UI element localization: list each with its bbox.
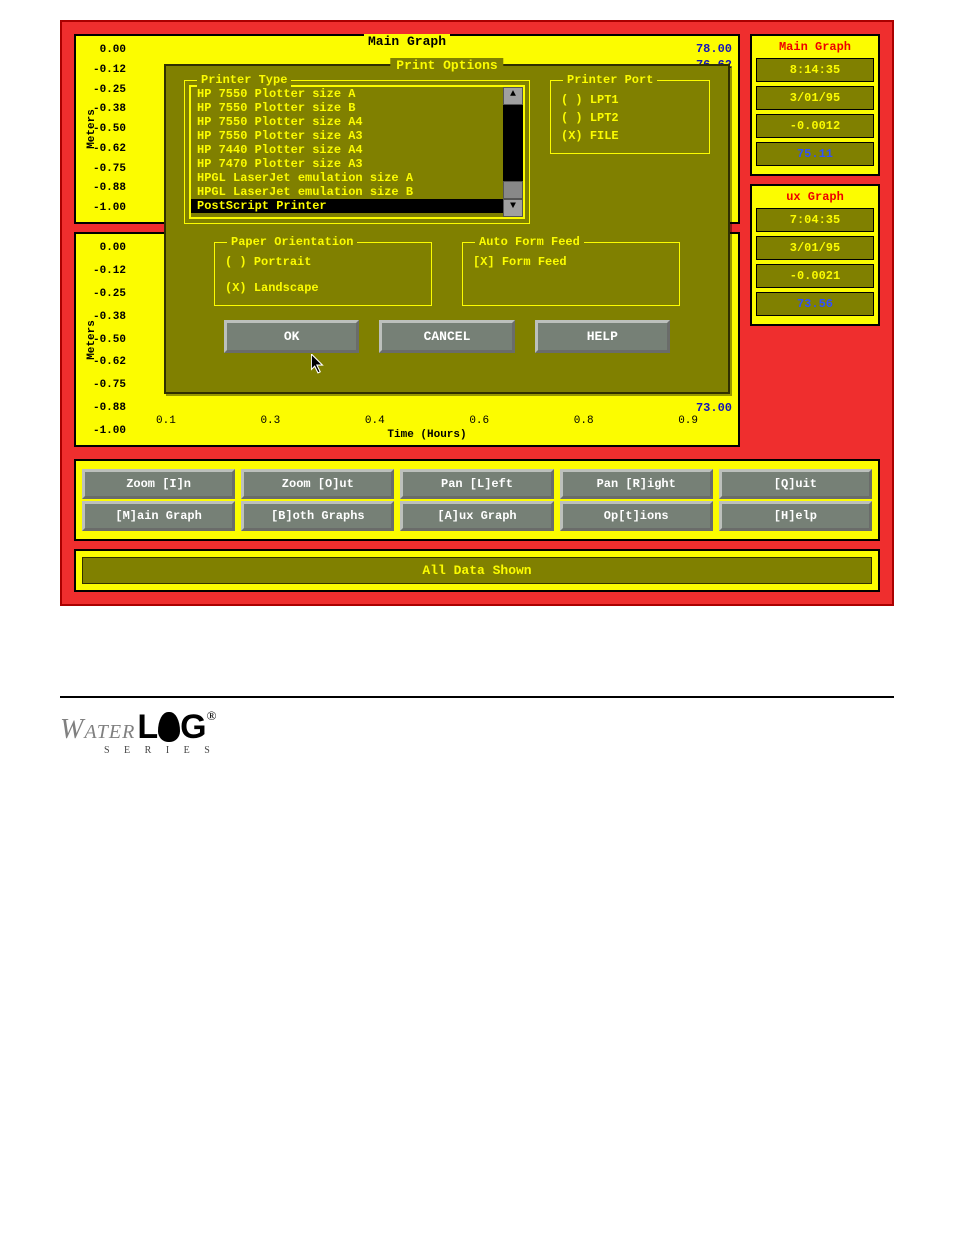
paper-orientation-label: Paper Orientation [227,235,357,249]
printer-type-listbox[interactable]: HP 7550 Plotter size A HP 7550 Plotter s… [189,85,525,219]
printer-port-group: Printer Port ( ) LPT1 ( ) LPT2 (X) FILE [550,80,710,154]
zoom-out-button[interactable]: Zoom [O]ut [241,469,394,499]
help-button[interactable]: HELP [535,320,670,353]
printer-option[interactable]: HP 7550 Plotter size A [191,87,503,101]
status-panel: All Data Shown [74,549,880,592]
ok-button[interactable]: OK [224,320,359,353]
printer-option[interactable]: HP 7470 Plotter size A3 [191,157,503,171]
main-graph-button[interactable]: [M]ain Graph [82,501,235,531]
aux-y-ticks: 0.00-0.12-0.25-0.38-0.50-0.62-0.75-0.88-… [78,242,126,437]
readout-value: -0.0021 [756,264,874,288]
scroll-thumb[interactable] [503,181,523,199]
aux-graph-button[interactable]: [A]ux Graph [400,501,553,531]
readout-value: -0.0012 [756,114,874,138]
printer-port-label: Printer Port [563,73,657,87]
footer-logo: WaterLG® S E R I E S [0,708,954,786]
aux-right-value: 73.00 [696,401,732,415]
printer-type-label: Printer Type [197,73,291,87]
printer-option[interactable]: HP 7550 Plotter size A3 [191,129,503,143]
main-readout-label: Main Graph [756,40,874,54]
aux-x-axis-label: Time (Hours) [126,429,728,441]
orientation-portrait[interactable]: ( ) Portrait [225,253,421,271]
main-graph-title: Main Graph [364,34,450,49]
printer-option[interactable]: HPGL LaserJet emulation size A [191,171,503,185]
readout-value-secondary: 75.11 [756,142,874,166]
mouse-cursor-icon [311,354,325,374]
main-graph-readout: Main Graph 8:14:35 3/01/95 -0.0012 75.11 [750,34,880,176]
port-option-lpt1[interactable]: ( ) LPT1 [561,91,699,109]
port-option-file[interactable]: (X) FILE [561,127,699,145]
scroll-down-icon[interactable]: ▼ [503,199,523,217]
readout-time: 8:14:35 [756,58,874,82]
logo-text-series: S E R I E S [104,745,216,756]
aux-readout-label: ux Graph [756,190,874,204]
help-toolbar-button[interactable]: [H]elp [719,501,872,531]
cancel-button[interactable]: CANCEL [379,320,514,353]
both-graphs-button[interactable]: [B]oth Graphs [241,501,394,531]
quit-button[interactable]: [Q]uit [719,469,872,499]
readout-time: 7:04:35 [756,208,874,232]
readout-date: 3/01/95 [756,86,874,110]
options-button[interactable]: Op[t]ions [560,501,713,531]
dialog-title: Print Options [390,58,503,73]
readout-value-secondary: 73.56 [756,292,874,316]
readout-date: 3/01/95 [756,236,874,260]
printer-option-selected[interactable]: PostScript Printer [191,199,503,213]
pan-left-button[interactable]: Pan [L]eft [400,469,553,499]
printer-option[interactable]: HP 7550 Plotter size B [191,101,503,115]
zoom-in-button[interactable]: Zoom [I]n [82,469,235,499]
main-y-ticks: 0.00-0.12-0.25-0.38-0.50-0.62-0.75-0.88-… [78,44,126,214]
aux-x-ticks: 0.10.30.40.60.80.9 [126,415,728,427]
printer-option[interactable]: HP 7550 Plotter size A4 [191,115,503,129]
logo-text-water: Water [60,714,135,745]
main-right-value-1: 78.00 [696,42,732,56]
port-option-lpt2[interactable]: ( ) LPT2 [561,109,699,127]
printer-option[interactable]: HPGL LaserJet emulation size B [191,185,503,199]
toolbar-panel: Zoom [I]n Zoom [O]ut Pan [L]eft Pan [R]i… [74,459,880,541]
form-feed-checkbox[interactable]: [X] Form Feed [473,253,669,271]
scroll-up-icon[interactable]: ▲ [503,87,523,105]
auto-form-feed-label: Auto Form Feed [475,235,584,249]
print-options-dialog: Print Options Printer Type HP 7550 Plott… [164,64,730,394]
pan-right-button[interactable]: Pan [R]ight [560,469,713,499]
orientation-landscape[interactable]: (X) Landscape [225,279,421,297]
auto-form-feed-group: Auto Form Feed [X] Form Feed [462,242,680,306]
water-drop-icon [158,712,180,742]
aux-graph-readout: ux Graph 7:04:35 3/01/95 -0.0021 73.56 [750,184,880,326]
paper-orientation-group: Paper Orientation ( ) Portrait (X) Lands… [214,242,432,306]
printer-option[interactable]: HP 7440 Plotter size A4 [191,143,503,157]
status-text: All Data Shown [82,557,872,584]
listbox-scrollbar[interactable]: ▲ ▼ [503,87,523,217]
printer-type-group: Printer Type HP 7550 Plotter size A HP 7… [184,80,530,224]
